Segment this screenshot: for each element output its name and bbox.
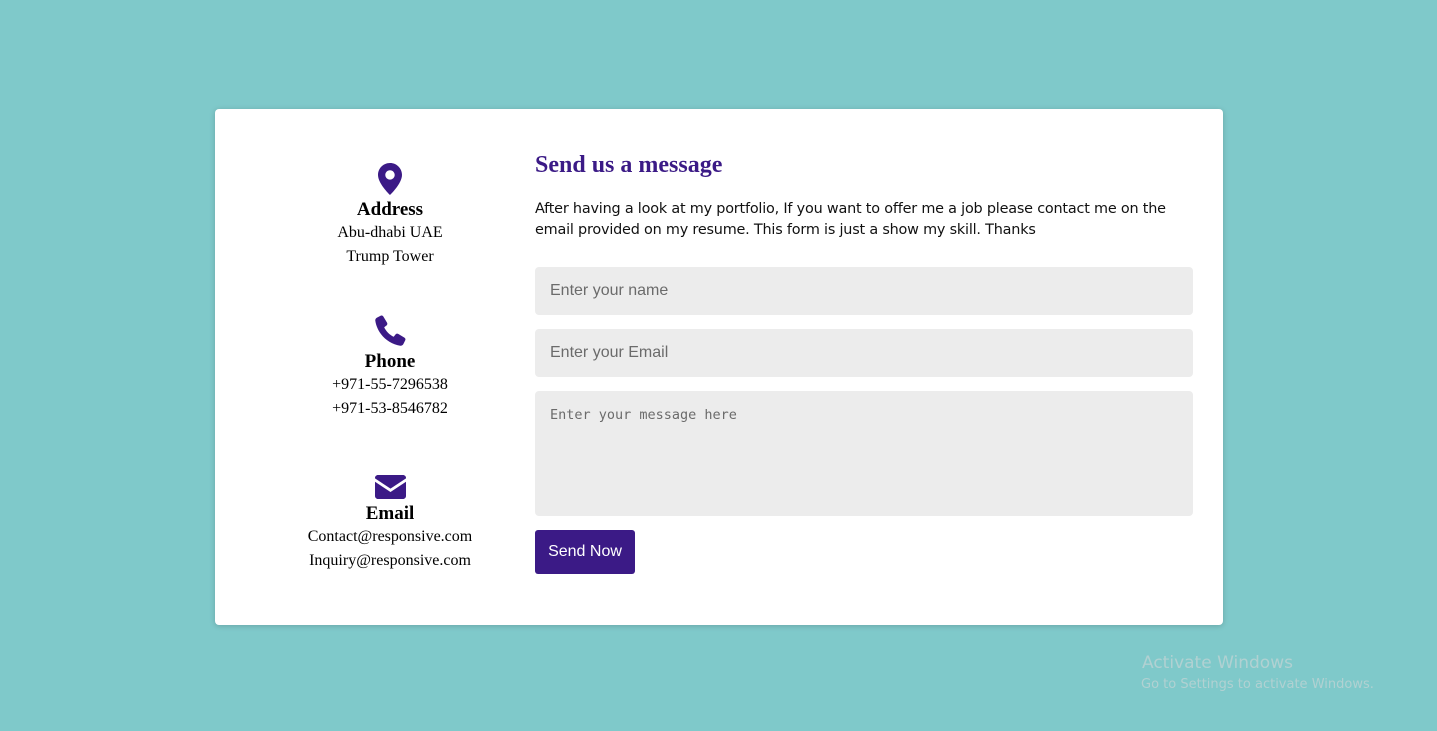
email-input[interactable] <box>535 329 1193 377</box>
message-textarea[interactable] <box>535 391 1193 516</box>
phone-number: +971-55-7296538 <box>332 376 448 393</box>
address-title: Address <box>356 199 424 220</box>
phone-title: Phone <box>364 351 416 372</box>
phone-icon <box>290 313 490 347</box>
activate-windows-watermark: Activate Windows Go to Settings to activ… <box>1141 652 1374 694</box>
email-address: Inquiry@responsive.com <box>309 552 471 569</box>
email-title: Email <box>365 503 415 524</box>
map-pin-icon <box>290 161 490 195</box>
email-address: Contact@responsive.com <box>307 528 473 545</box>
contact-card: Address Abu-dhabi UAE Trump Tower Phone … <box>215 109 1223 625</box>
message-form: Send us a message After having a look at… <box>535 149 1193 574</box>
address-line: Abu-dhabi UAE <box>337 224 443 241</box>
watermark-subtitle: Go to Settings to activate Windows. <box>1141 677 1374 692</box>
phone-number: +971-53-8546782 <box>332 400 448 417</box>
contact-info-column: Address Abu-dhabi UAE Trump Tower Phone … <box>290 161 490 617</box>
form-title: Send us a message <box>535 152 723 178</box>
watermark-title: Activate Windows <box>1142 653 1293 673</box>
envelope-icon <box>290 465 490 499</box>
send-now-button[interactable]: Send Now <box>535 530 635 574</box>
name-input[interactable] <box>535 267 1193 315</box>
phone-block: Phone +971-55-7296538 +971-53-8546782 <box>290 313 490 465</box>
address-block: Address Abu-dhabi UAE Trump Tower <box>290 161 490 313</box>
form-description: After having a look at my portfolio, If … <box>535 201 1166 238</box>
email-block: Email Contact@responsive.com Inquiry@res… <box>290 465 490 617</box>
address-line: Trump Tower <box>346 248 434 265</box>
